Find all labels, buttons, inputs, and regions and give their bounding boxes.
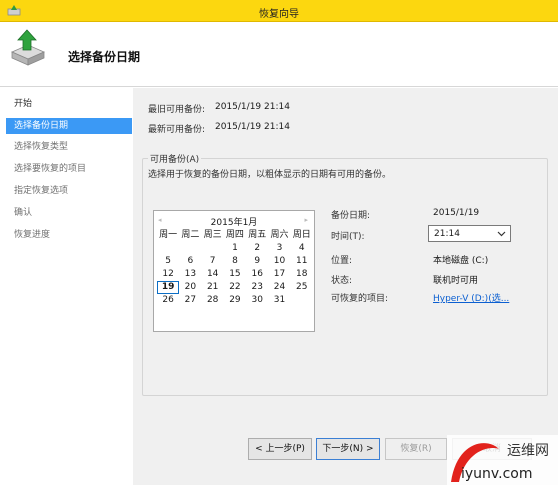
calendar-day[interactable] [291,294,313,307]
oldest-backup-value: 2015/1/19 21:14 [215,102,290,112]
calendar-month-title: 2015年1月 [210,218,258,228]
calendar-week-row: 12 13 14 15 16 17 18 [157,268,313,281]
newest-backup-label: 最新可用备份: [148,125,206,135]
step-confirm[interactable]: 确认 [0,205,133,221]
calendar-day[interactable]: 17 [268,268,290,281]
available-backups-title: 可用备份(A) [148,152,202,165]
calendar-day[interactable]: 24 [268,281,290,294]
weekday-label: 周二 [181,230,200,240]
site-watermark: 运维网 iyunv.com [447,435,558,485]
status-label: 状态: [331,276,353,286]
step-select-backup-date[interactable]: 选择备份日期 [6,118,132,134]
location-value: 本地磁盘 (C:) [433,256,489,266]
window-title: 恢复向导 [259,9,299,20]
backup-date-value: 2015/1/19 [433,208,480,218]
back-button[interactable]: < 上一步(P) [248,438,312,460]
weekday-label: 周日 [292,230,311,240]
calendar-week-row: 1 2 3 4 [157,242,313,255]
wizard-steps-sidebar: 开始 选择备份日期 选择恢复类型 选择要恢复的项目 指定恢复选项 确认 恢复进度 [0,88,133,485]
calendar-day[interactable]: 23 [246,281,268,294]
calendar-day[interactable]: 27 [179,294,201,307]
calendar-week-row: 26 27 28 29 30 31 [157,294,313,307]
calendar-day[interactable]: 21 [202,281,224,294]
available-backups-description: 选择用于恢复的备份日期，以粗体显示的日期有可用的备份。 [148,170,392,180]
backup-calendar[interactable]: ◂ 2015年1月 ▸ 周一 周二 周三 周四 周五 周六 周日 1 2 3 4 [153,210,315,332]
calendar-day[interactable]: 8 [224,255,246,268]
recoverable-items-link[interactable]: Hyper-V (D:)(选... [433,291,509,304]
calendar-day[interactable]: 6 [179,255,201,268]
calendar-day[interactable]: 1 [224,242,246,255]
calendar-day[interactable] [179,242,201,255]
step-recovery-options[interactable]: 指定恢复选项 [0,183,133,199]
calendar-day-selected[interactable]: 19 [157,281,180,294]
calendar-week-row: 19 20 21 22 23 24 25 [157,281,313,294]
calendar-grid: 周一 周二 周三 周四 周五 周六 周日 1 2 3 4 5 6 7 8 9 1… [157,229,313,307]
step-start[interactable]: 开始 [0,96,133,112]
newest-backup-value: 2015/1/19 21:14 [215,122,290,132]
chevron-down-icon [497,231,506,237]
oldest-backup-label: 最旧可用备份: [148,105,206,115]
calendar-week-row: 5 6 7 8 9 10 11 [157,255,313,268]
calendar-day[interactable] [202,242,224,255]
calendar-day[interactable]: 2 [246,242,268,255]
calendar-day[interactable]: 29 [224,294,246,307]
recoverable-items-label: 可恢复的项目: [331,294,389,304]
calendar-weekday-header: 周一 周二 周三 周四 周五 周六 周日 [157,229,313,242]
backup-drive-icon [11,29,45,66]
weekday-label: 周一 [159,230,178,240]
calendar-day[interactable]: 26 [157,294,179,307]
step-recovery-progress[interactable]: 恢复进度 [0,227,133,243]
time-selected-value: 21:14 [434,229,460,239]
calendar-day[interactable]: 25 [291,281,313,294]
status-value: 联机时可用 [433,276,479,286]
calendar-day[interactable]: 7 [202,255,224,268]
time-label: 时间(T): [331,232,365,242]
calendar-day[interactable]: 3 [268,242,290,255]
location-label: 位置: [331,256,353,266]
weekday-label: 周六 [270,230,289,240]
backup-date-label: 备份日期: [331,211,371,221]
calendar-day[interactable]: 22 [224,281,246,294]
time-dropdown[interactable]: 21:14 [428,225,511,242]
step-select-recovery-type[interactable]: 选择恢复类型 [0,139,133,155]
weekday-label: 周四 [225,230,244,240]
calendar-day[interactable]: 15 [224,268,246,281]
calendar-day[interactable]: 5 [157,255,179,268]
title-bar: 恢复向导 [0,0,558,22]
calendar-day[interactable]: 11 [291,255,313,268]
calendar-day[interactable]: 20 [179,281,201,294]
wizard-header: 选择备份日期 [0,22,558,87]
weekday-label: 周三 [203,230,222,240]
calendar-day[interactable]: 31 [268,294,290,307]
watermark-site-url: iyunv.com [461,466,532,482]
calendar-day[interactable]: 9 [246,255,268,268]
calendar-day[interactable]: 12 [157,268,179,281]
weekday-label: 周五 [248,230,267,240]
calendar-day[interactable]: 13 [179,268,201,281]
calendar-day[interactable]: 4 [291,242,313,255]
calendar-day[interactable] [157,242,179,255]
page-title: 选择备份日期 [68,50,141,64]
step-select-items[interactable]: 选择要恢复的项目 [0,161,133,177]
wizard-content: 最旧可用备份: 2015/1/19 21:14 最新可用备份: 2015/1/1… [133,88,558,485]
watermark-site-name: 运维网 [507,443,549,459]
calendar-day[interactable]: 14 [202,268,224,281]
next-button[interactable]: 下一步(N) > [316,438,380,460]
recover-button[interactable]: 恢复(R) [385,438,447,460]
calendar-day[interactable]: 18 [291,268,313,281]
calendar-day[interactable]: 10 [268,255,290,268]
next-month-icon[interactable]: ▸ [304,216,308,224]
calendar-day[interactable]: 30 [246,294,268,307]
calendar-day[interactable]: 28 [202,294,224,307]
calendar-day[interactable]: 16 [246,268,268,281]
